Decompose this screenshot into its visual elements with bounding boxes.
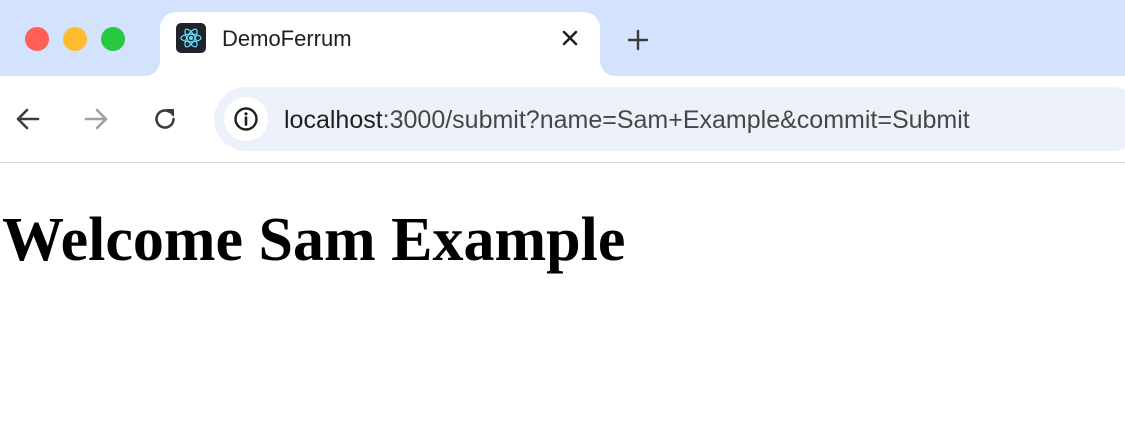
tab-strip: DemoFerrum [0, 0, 1125, 76]
address-bar[interactable]: localhost:3000/submit?name=Sam+Example&c… [214, 87, 1125, 151]
reload-icon[interactable] [150, 104, 180, 134]
window-close-button[interactable] [25, 27, 49, 51]
react-atom-icon [176, 23, 206, 53]
page-heading: Welcome Sam Example [2, 206, 626, 274]
tab-title: DemoFerrum [222, 26, 352, 51]
url-host: localhost [284, 106, 383, 134]
page-viewport: Welcome Sam Example [0, 164, 1125, 436]
window-zoom-button[interactable] [101, 27, 125, 51]
plus-icon[interactable] [624, 26, 652, 54]
arrow-left-icon[interactable] [13, 104, 43, 134]
window-minimize-button[interactable] [63, 27, 87, 51]
active-tab[interactable]: DemoFerrum [144, 12, 616, 76]
browser-window: DemoFerrum localhost:3000/submit?name=Sa… [0, 0, 1125, 436]
info-icon[interactable] [224, 97, 268, 141]
arrow-right-icon[interactable] [81, 104, 111, 134]
url-path-query: :3000/submit?name=Sam+Example&commit=Sub… [382, 106, 970, 134]
url-text: localhost:3000/submit?name=Sam+Example&c… [284, 105, 970, 135]
close-icon[interactable] [558, 26, 582, 50]
browser-toolbar: localhost:3000/submit?name=Sam+Example&c… [0, 76, 1125, 163]
